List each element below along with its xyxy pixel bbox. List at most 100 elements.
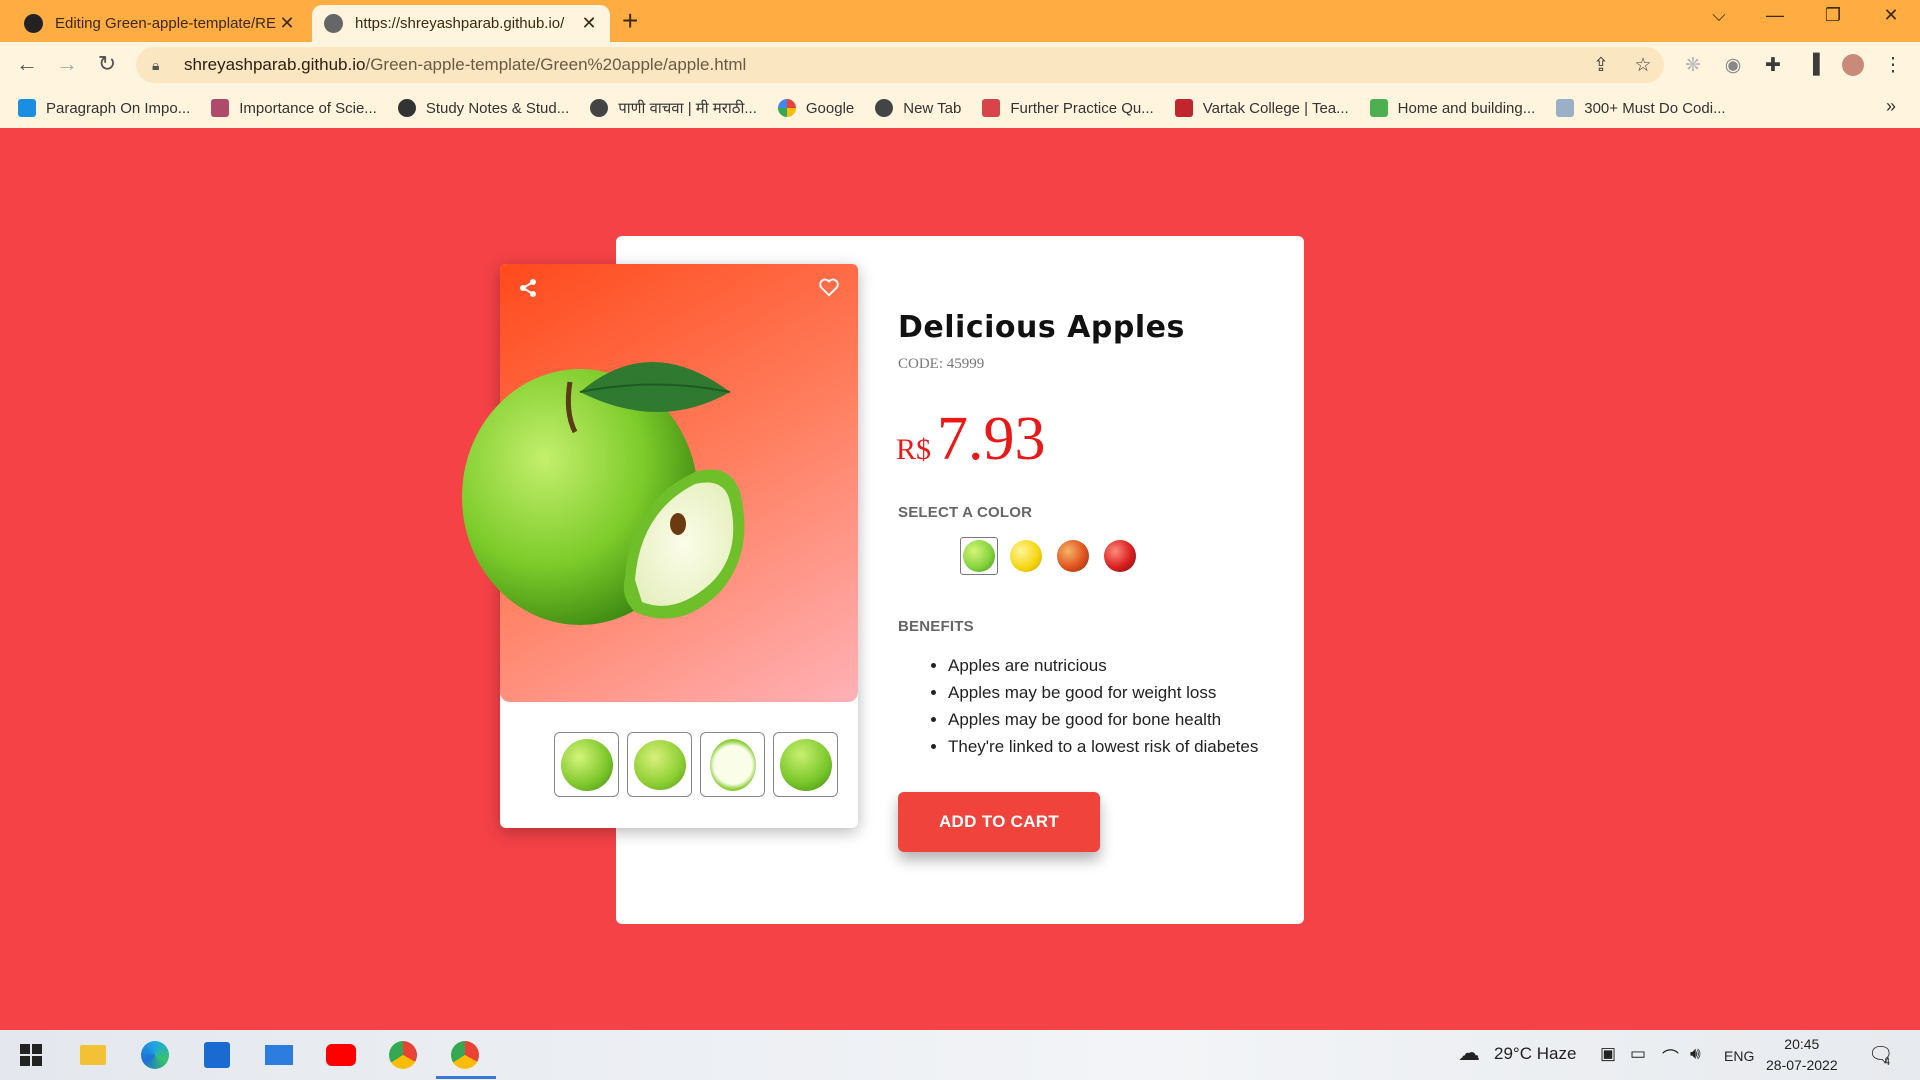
volume-icon[interactable]: 🔊︎ <box>1690 1044 1701 1064</box>
windows-start-icon[interactable] <box>14 1038 48 1072</box>
weather-text[interactable]: 29°C Haze <box>1494 1044 1576 1064</box>
profile-avatar[interactable] <box>1840 54 1866 80</box>
google-icon <box>777 99 796 117</box>
battery-icon[interactable]: ▭ <box>1630 1044 1646 1064</box>
wifi-icon[interactable]: ⌒ <box>1662 1044 1679 1069</box>
extensions-puzzle-icon[interactable]: ✚ <box>1760 54 1786 80</box>
benefits-list: Apples are nutricious Apples may be good… <box>948 652 1258 760</box>
share-page-icon[interactable]: ⇪ <box>1588 54 1614 80</box>
bookmark-star-icon[interactable]: ☆ <box>1630 54 1656 80</box>
bookmarks-overflow-button[interactable]: » <box>1886 96 1896 117</box>
reload-icon[interactable]: ↻ <box>92 51 122 77</box>
bookmark-item[interactable]: Further Practice Qu... <box>982 99 1154 117</box>
bookmark-item[interactable]: Google <box>777 99 855 117</box>
bookmark-item[interactable]: पाणी वाचवा | मी मराठी... <box>590 98 757 118</box>
active-app-indicator <box>436 1076 496 1079</box>
product-price: R$ 7.93 <box>896 404 1046 475</box>
chrome-profile-icon[interactable] <box>448 1038 482 1072</box>
green-apple-image <box>462 362 745 625</box>
tab-search-icon[interactable]: ⌵ <box>1704 5 1734 26</box>
bookmark-item[interactable]: Importance of Scie... <box>211 99 377 117</box>
list-item: They're linked to a lowest risk of diabe… <box>948 733 1258 760</box>
add-to-cart-button[interactable]: ADD TO CART <box>898 792 1100 852</box>
camera-icon[interactable]: ◉ <box>1720 54 1746 80</box>
lock-icon: 🔒︎ <box>152 56 160 73</box>
list-item: Apples are nutricious <box>948 652 1258 679</box>
product-title: Delicious Apples <box>898 310 1185 345</box>
restore-icon[interactable]: ❐ <box>1818 5 1848 26</box>
bookmark-label: Importance of Scie... <box>239 99 377 117</box>
bookmark-item[interactable]: Vartak College | Tea... <box>1174 99 1349 117</box>
menu-kebab-icon[interactable]: ⋮ <box>1880 54 1906 80</box>
close-window-icon[interactable]: ✕ <box>1876 5 1906 26</box>
product-image-card <box>462 264 858 828</box>
youtube-icon[interactable] <box>324 1038 358 1072</box>
bookmark-label: Google <box>805 99 855 117</box>
mail-icon[interactable] <box>262 1038 296 1072</box>
color-option-orange-red[interactable] <box>1054 537 1092 575</box>
color-option-green[interactable] <box>960 537 998 575</box>
extension-icon[interactable]: ❋ <box>1680 54 1706 80</box>
new-tab-button[interactable]: + <box>622 6 638 36</box>
bookmarks-bar: Paragraph On Impo... Importance of Scie.… <box>0 88 1920 128</box>
price-value: 7.93 <box>937 405 1046 473</box>
thumbnail-apple-1[interactable] <box>554 732 619 797</box>
globe-icon <box>324 14 343 33</box>
clock-time: 20:45 <box>1784 1036 1820 1052</box>
browser-tab-bar: Editing Green-apple-template/RE ✕ https:… <box>0 0 1920 42</box>
thumbnail-apple-2[interactable] <box>627 732 692 797</box>
address-bar[interactable]: 🔒︎ shreyashparab.github.io/Green-apple-t… <box>136 47 1664 83</box>
side-panel-icon[interactable]: ▐ <box>1800 54 1826 80</box>
close-tab-icon[interactable]: ✕ <box>278 13 296 34</box>
microsoft-store-icon[interactable] <box>200 1038 234 1072</box>
forward-icon[interactable]: → <box>52 51 82 77</box>
thumbnail-apple-slice[interactable] <box>700 732 765 797</box>
bookmark-item[interactable]: Home and building... <box>1369 99 1536 117</box>
color-option-red[interactable] <box>1101 537 1139 575</box>
share-icon[interactable] <box>518 278 538 298</box>
thumbnail-apple-4[interactable] <box>773 732 838 797</box>
url-path: /Green-apple-template/Green%20apple/appl… <box>365 55 747 74</box>
notification-count: 4 <box>1884 1056 1891 1068</box>
product-code: CODE: 45999 <box>898 356 985 372</box>
bookmark-label: Further Practice Qu... <box>1010 99 1154 117</box>
tab-github-editing[interactable]: Editing Green-apple-template/RE ✕ <box>12 5 308 42</box>
meet-now-icon[interactable]: ▣ <box>1600 1044 1616 1064</box>
bookmark-label: New Tab <box>903 99 962 117</box>
bookmark-label: Study Notes & Stud... <box>425 99 570 117</box>
back-icon[interactable]: ← <box>12 51 42 77</box>
bookmark-item[interactable]: 300+ Must Do Codi... <box>1556 99 1726 117</box>
bookmark-label: Paragraph On Impo... <box>46 99 191 117</box>
bookmark-favicon-icon <box>211 99 230 117</box>
color-selector <box>960 537 1139 575</box>
bookmark-label: Home and building... <box>1397 99 1536 117</box>
clock-date: 28-07-2022 <box>1766 1057 1838 1073</box>
bookmark-label: Vartak College | Tea... <box>1202 99 1349 117</box>
list-item: Apples may be good for weight loss <box>948 679 1258 706</box>
tab-title: Editing Green-apple-template/RE <box>55 15 276 32</box>
heart-icon[interactable] <box>818 276 840 298</box>
color-option-yellow[interactable] <box>1007 537 1045 575</box>
minimize-icon[interactable]: — <box>1760 5 1790 26</box>
edge-browser-icon[interactable] <box>138 1038 172 1072</box>
bookmark-item[interactable]: Paragraph On Impo... <box>18 99 190 117</box>
bookmark-favicon-icon <box>397 99 416 117</box>
benefits-label: BENEFITS <box>898 618 974 635</box>
language-indicator[interactable]: ENG <box>1724 1048 1754 1064</box>
file-explorer-icon[interactable] <box>76 1038 110 1072</box>
bookmark-item[interactable]: Study Notes & Stud... <box>397 99 570 117</box>
bookmark-item[interactable]: New Tab <box>875 99 961 117</box>
thumbnail-strip <box>554 732 838 797</box>
close-tab-icon[interactable]: ✕ <box>580 13 598 34</box>
system-clock[interactable]: 20:45 28-07-2022 <box>1766 1034 1838 1076</box>
tab-apple-page[interactable]: https://shreyashparab.github.io/ ✕ <box>312 5 610 42</box>
chrome-icon[interactable] <box>386 1038 420 1072</box>
bookmark-favicon-icon <box>18 99 36 117</box>
bookmark-favicon-icon <box>1556 99 1575 117</box>
price-currency: R$ <box>896 433 932 466</box>
weather-icon[interactable]: ☁ <box>1458 1040 1480 1066</box>
select-color-label: SELECT A COLOR <box>898 504 1033 521</box>
github-icon <box>24 14 43 33</box>
globe-icon <box>590 99 609 117</box>
bookmark-label: 300+ Must Do Codi... <box>1584 99 1726 117</box>
